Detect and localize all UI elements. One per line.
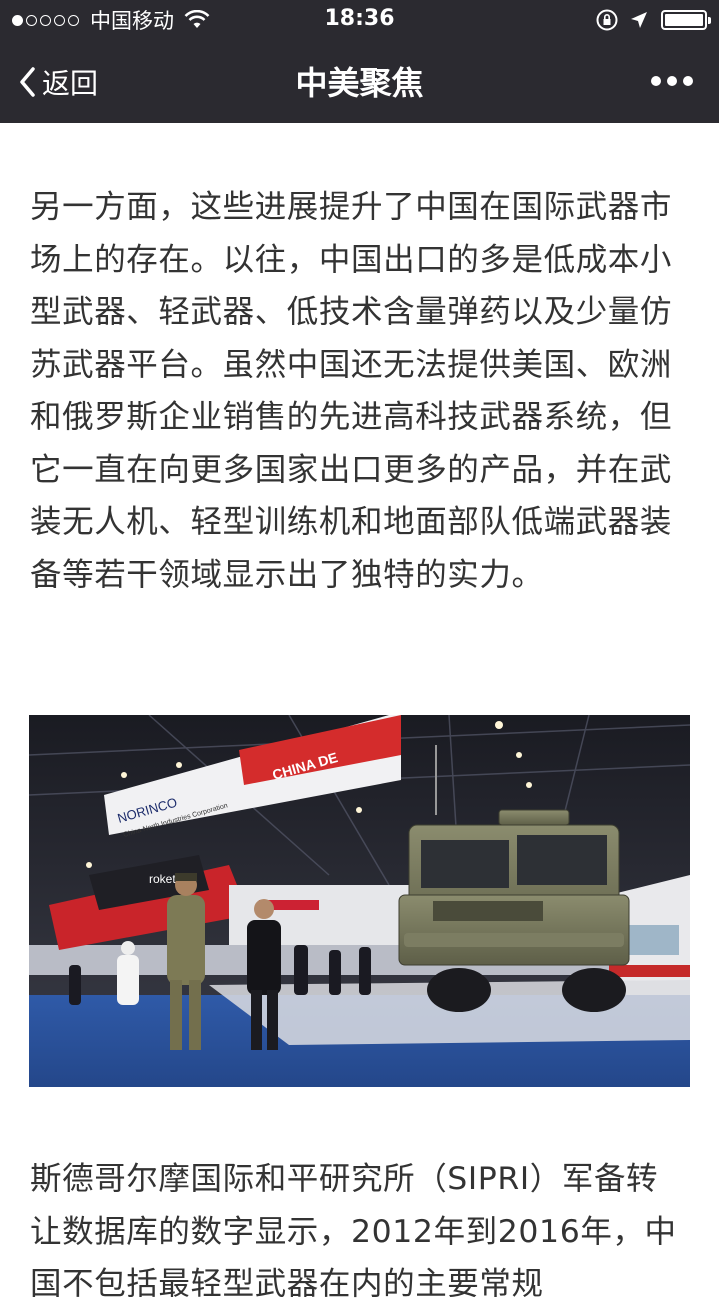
status-bar: 中国移动 18:36 bbox=[0, 0, 719, 40]
nav-bar: 返回 中美聚焦 bbox=[0, 40, 719, 123]
more-dots-icon[interactable] bbox=[645, 76, 693, 86]
location-arrow-icon bbox=[631, 12, 647, 28]
article-paragraph-1: 另一方面，这些进展提升了中国在国际武器市场上的存在。以往，中国出口的多是低成本小… bbox=[30, 189, 673, 593]
battery-icon bbox=[661, 10, 711, 30]
orientation-lock-icon bbox=[596, 9, 618, 31]
article-paragraph-2: 斯德哥尔摩国际和平研究所（SIPRI）军备转让数据库的数字显示，2012年到20… bbox=[30, 1161, 677, 1302]
article-photo: NORINCO China North Industries Corporati… bbox=[29, 715, 690, 1087]
status-right bbox=[585, 8, 711, 32]
top-header: 中国移动 18:36 返回 中美聚焦 bbox=[0, 0, 719, 123]
page-title: 中美聚焦 bbox=[295, 64, 424, 102]
